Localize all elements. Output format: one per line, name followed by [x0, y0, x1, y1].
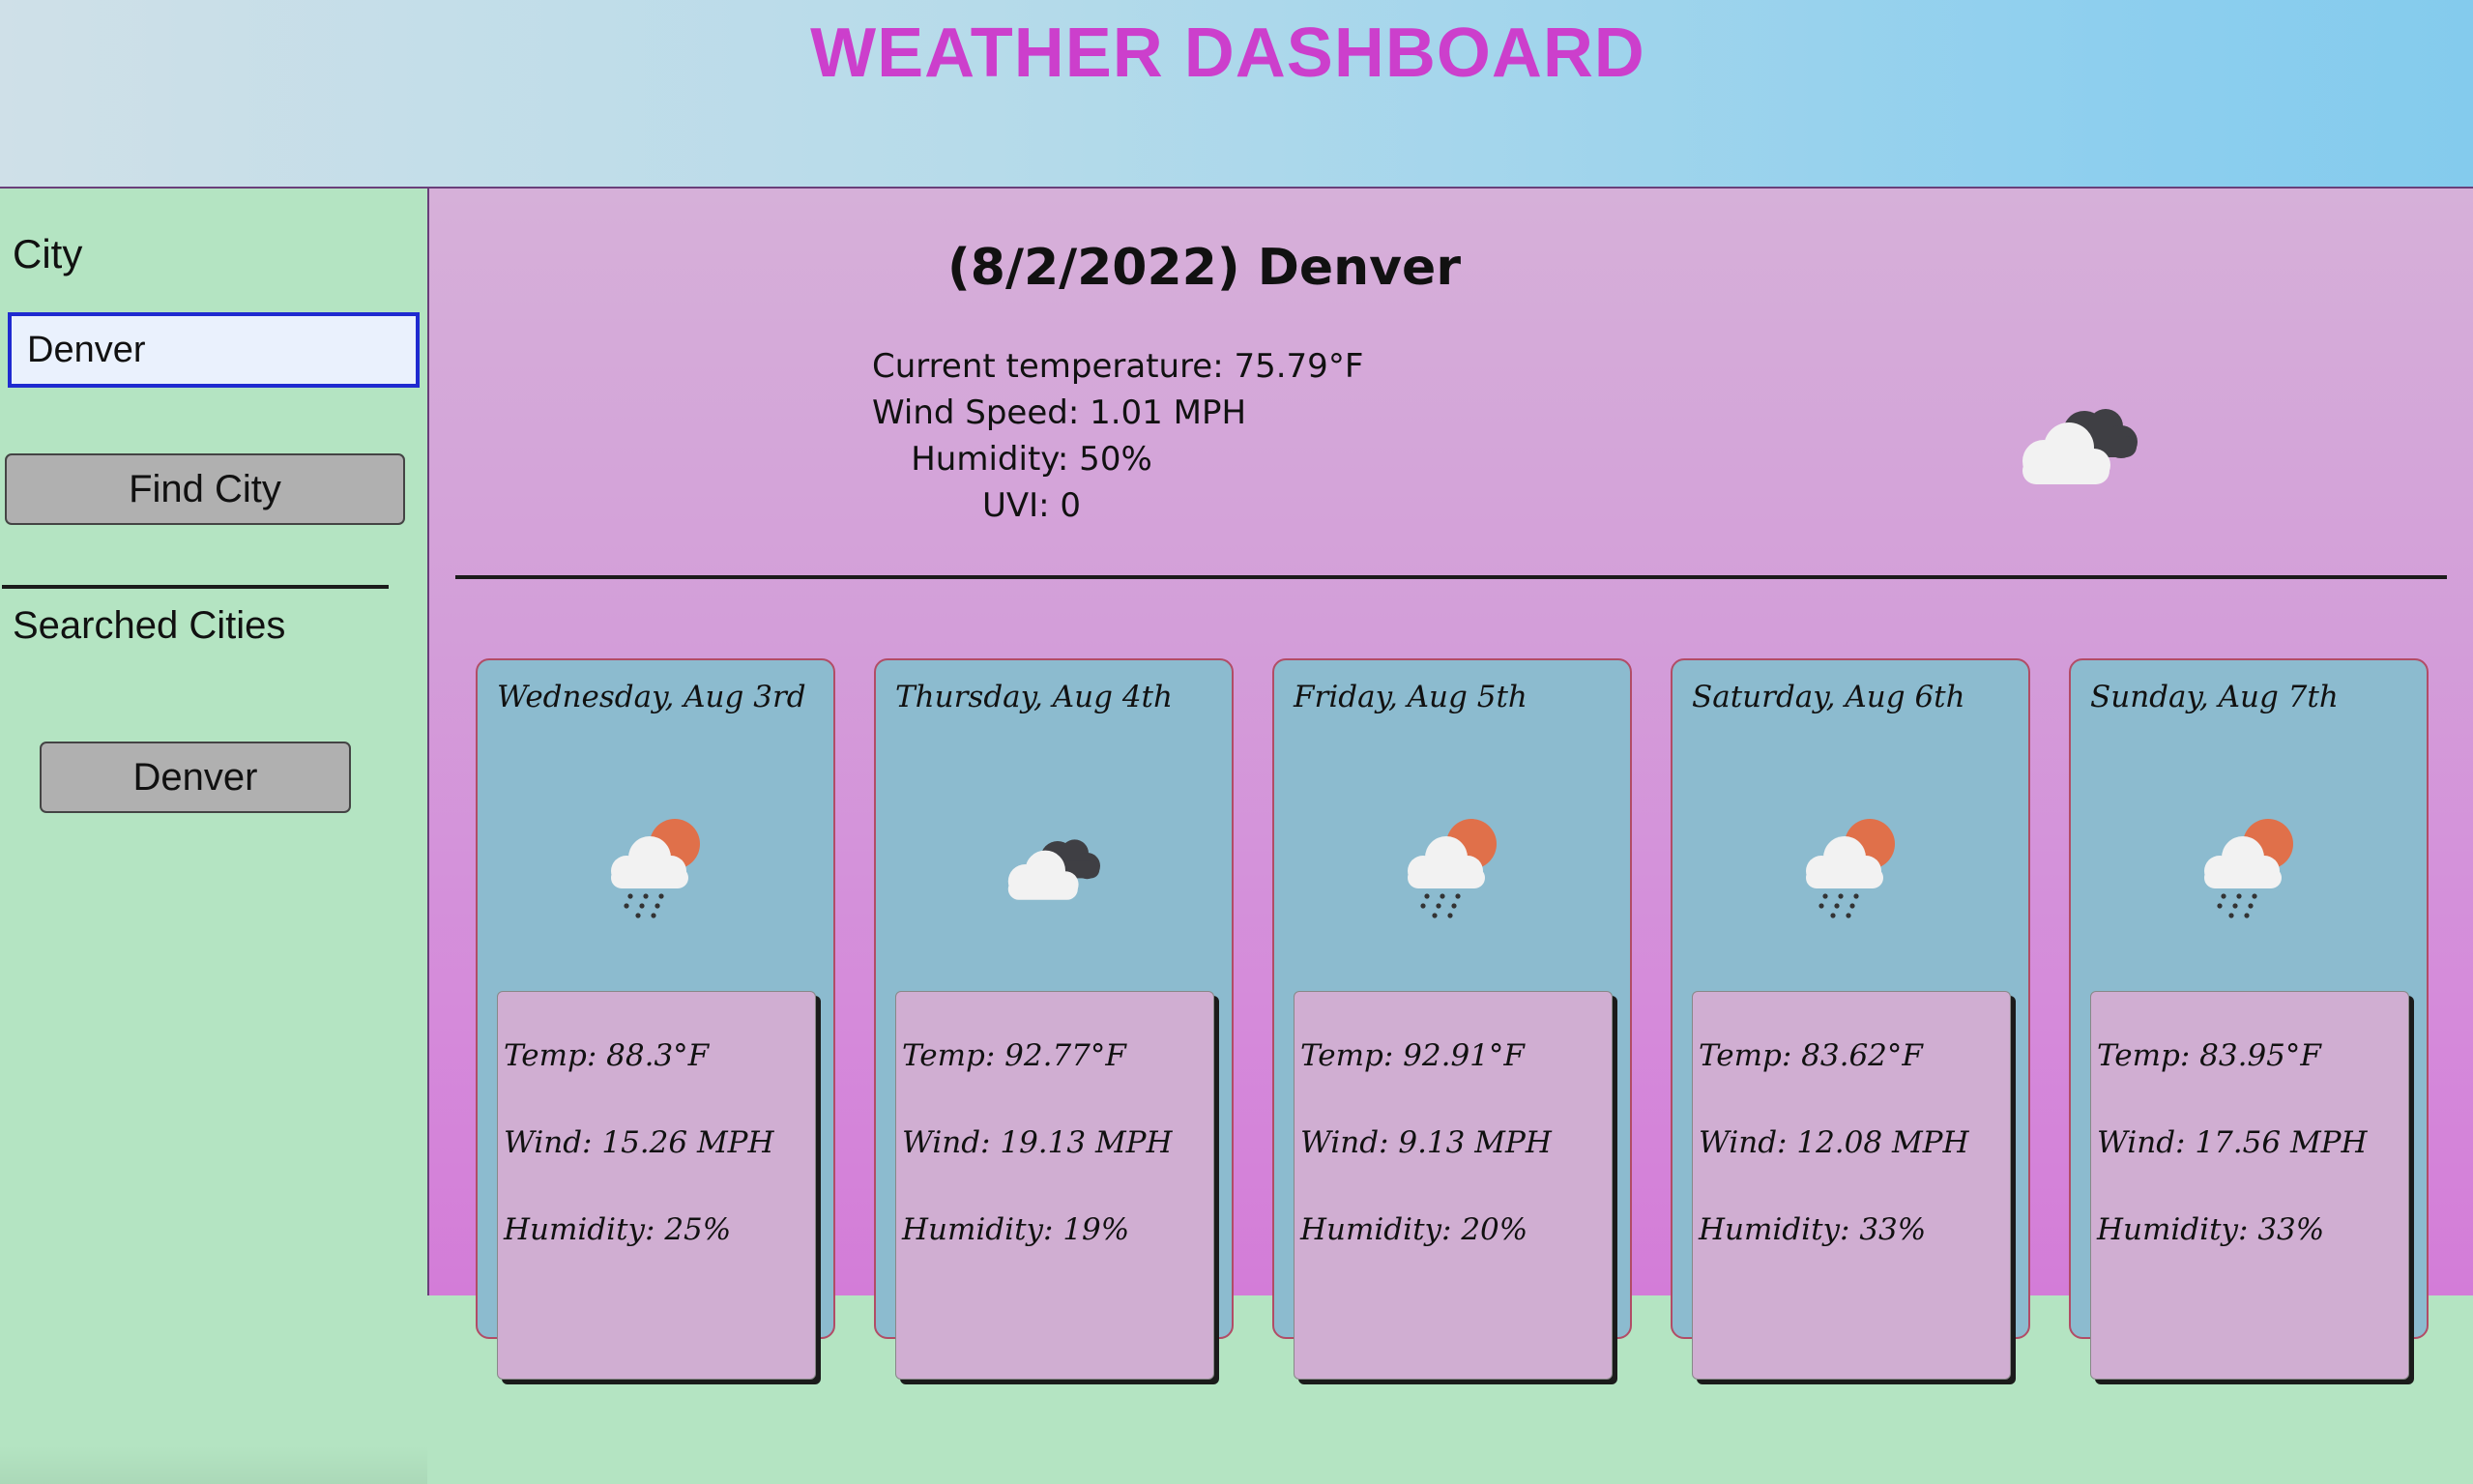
forecast-card: Friday, Aug 5th Temp: 92.91°F Wind: 9.13… — [1272, 658, 1632, 1380]
sidebar: City Find City Searched Cities Denver — [0, 189, 429, 1484]
forecast-humidity: Humidity: 20% — [1300, 1212, 1528, 1247]
current-wind-speed: Wind Speed: 1.01 MPH — [872, 393, 1247, 432]
rain-icon — [1394, 815, 1510, 921]
rain-icon — [597, 815, 713, 921]
forecast-temp: Temp: 83.62°F — [1699, 1038, 1923, 1073]
forecast-card: Wednesday, Aug 3rd Temp: 88.3°F Wind: 15… — [476, 658, 835, 1380]
forecast-day: Wednesday, Aug 3rd — [497, 680, 806, 714]
find-city-button[interactable]: Find City — [5, 453, 405, 525]
forecast-card: Sunday, Aug 7th Temp: 83.95°F Wind: 17.5… — [2069, 658, 2429, 1380]
current-temperature: Current temperature: 75.79°F — [872, 347, 1364, 386]
forecast-stats: Temp: 92.77°F Wind: 19.13 MPH Humidity: … — [895, 991, 1214, 1380]
rain-icon — [1792, 815, 1908, 921]
main-divider — [455, 575, 2447, 579]
forecast-humidity: Humidity: 33% — [1699, 1212, 1927, 1247]
forecast-wind: Wind: 15.26 MPH — [504, 1125, 774, 1160]
forecast-temp: Temp: 83.95°F — [2097, 1038, 2321, 1073]
forecast-day: Friday, Aug 5th — [1294, 680, 1527, 714]
forecast-temp: Temp: 88.3°F — [504, 1038, 710, 1073]
forecast-wind: Wind: 19.13 MPH — [902, 1125, 1173, 1160]
history-city-button[interactable]: Denver — [40, 742, 351, 813]
forecast-card: Saturday, Aug 6th Temp: 83.62°F Wind: 12… — [1671, 658, 2030, 1380]
searched-cities-label: Searched Cities — [13, 604, 286, 647]
forecast-stats: Temp: 88.3°F Wind: 15.26 MPH Humidity: 2… — [497, 991, 816, 1380]
forecast-humidity: Humidity: 25% — [504, 1212, 732, 1247]
main-panel: (8/2/2022) Denver Current temperature: 7… — [429, 189, 2473, 1380]
page-title: WEATHER DASHBOARD — [810, 15, 1645, 92]
forecast-temp: Temp: 92.77°F — [902, 1038, 1126, 1073]
forecast-wind: Wind: 12.08 MPH — [1699, 1125, 1969, 1160]
broken-clouds-icon — [996, 815, 1112, 921]
city-search-input[interactable] — [8, 312, 420, 388]
forecast-humidity: Humidity: 33% — [2097, 1212, 2325, 1247]
forecast-day: Sunday, Aug 7th — [2090, 680, 2339, 714]
forecast-stats: Temp: 83.95°F Wind: 17.56 MPH Humidity: … — [2090, 991, 2409, 1380]
rain-icon — [2191, 815, 2307, 921]
forecast-temp: Temp: 92.91°F — [1300, 1038, 1525, 1073]
page-header: WEATHER DASHBOARD — [0, 0, 2473, 189]
forecast-humidity: Humidity: 19% — [902, 1212, 1130, 1247]
current-uvi: UVI: 0 — [981, 486, 1082, 525]
current-humidity: Humidity: 50% — [911, 440, 1152, 479]
forecast-card: Thursday, Aug 4th Temp: 92.77°F Wind: 19… — [874, 658, 1234, 1380]
forecast-day: Saturday, Aug 6th — [1692, 680, 1965, 714]
city-label: City — [13, 231, 83, 276]
forecast-day: Thursday, Aug 4th — [895, 680, 1173, 714]
sidebar-divider — [2, 585, 389, 589]
bottom-shade — [0, 1445, 427, 1484]
forecast-stats: Temp: 83.62°F Wind: 12.08 MPH Humidity: … — [1692, 991, 2011, 1380]
broken-clouds-icon — [2007, 392, 2152, 498]
current-weather-heading: (8/2/2022) Denver — [947, 239, 1461, 297]
forecast-wind: Wind: 9.13 MPH — [1300, 1125, 1552, 1160]
current-weather-stats: Current temperature: 75.79°F Wind Speed:… — [872, 343, 1364, 529]
forecast-stats: Temp: 92.91°F Wind: 9.13 MPH Humidity: 2… — [1294, 991, 1613, 1380]
forecast-wind: Wind: 17.56 MPH — [2097, 1125, 2368, 1160]
